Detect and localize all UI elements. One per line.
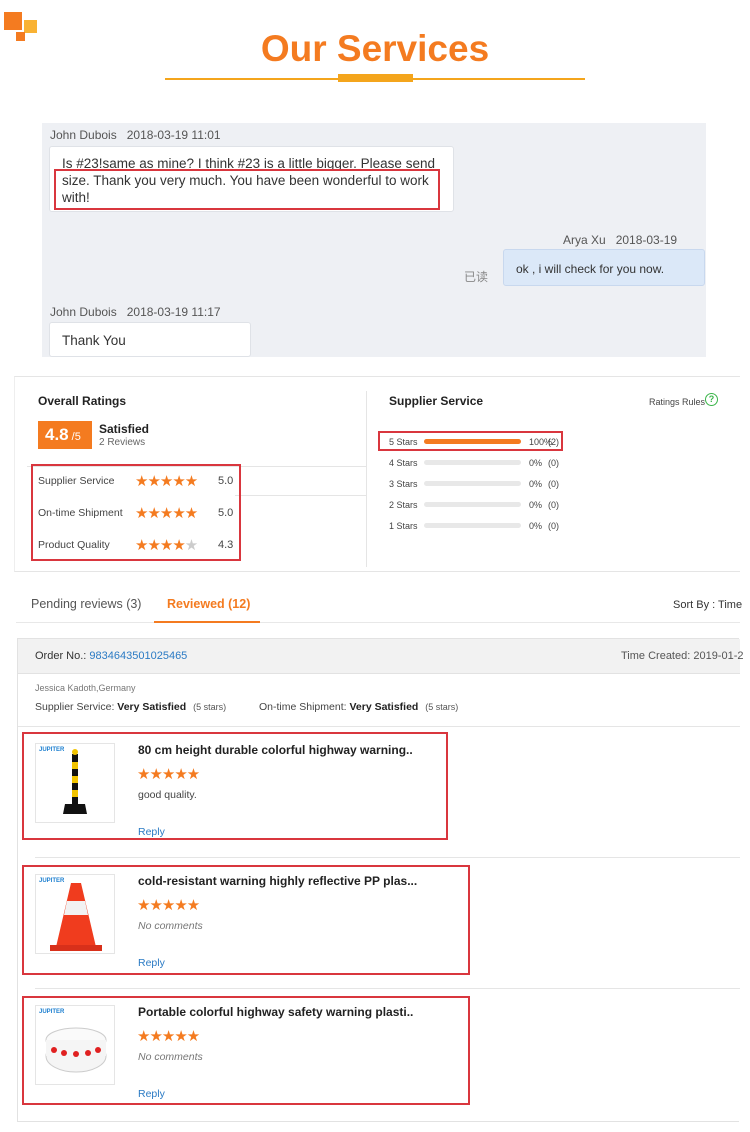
sort-by-control[interactable]: Sort By : Time <box>673 599 742 611</box>
breakdown-bar <box>424 523 521 528</box>
message-bubble: ok , i will check for you now. <box>503 249 705 286</box>
score-word: Satisfied <box>99 422 150 436</box>
breakdown-bar <box>424 481 521 486</box>
divider <box>18 726 740 727</box>
breakdown-count: (0) <box>548 521 559 531</box>
highlight-box <box>22 865 470 975</box>
breakdown-percent: 0% <box>529 500 543 510</box>
order-number: Order No.: 9834643501025465 <box>35 650 187 662</box>
breakdown-bar <box>424 460 521 465</box>
review-tabs: Pending reviews (3) Reviewed (12) Sort B… <box>16 590 742 623</box>
breakdown-percent: 0% <box>529 479 543 489</box>
order-header: Order No.: 9834643501025465 Time Created… <box>18 639 744 674</box>
score-badge: 4.8/5 <box>38 421 92 449</box>
message-bubble: Thank You <box>49 322 251 357</box>
breakdown-bar <box>424 502 521 507</box>
read-status: 已读 <box>464 270 489 284</box>
help-icon[interactable]: ? <box>705 393 718 406</box>
buyer-name: Jessica Kadoth,Germany <box>35 683 136 693</box>
message-time: 2018-03-19 11:01 <box>126 128 221 142</box>
page-title: Our Services <box>260 28 490 69</box>
time-created: Time Created: 2019-01-2 <box>621 650 744 662</box>
chat-panel: John Dubois 2018-03-19 11:01 Is #23!same … <box>42 123 706 357</box>
supplier-service-rating-stars: (5 stars) <box>193 702 227 712</box>
order-number-link[interactable]: 9834643501025465 <box>89 650 187 662</box>
breakdown-percent: 0% <box>529 521 543 531</box>
breakdown-label: 3 Stars <box>389 479 418 489</box>
breakdown-label: 4 Stars <box>389 458 418 468</box>
breakdown-label: 2 Stars <box>389 500 418 510</box>
reviews-count: 2 Reviews <box>99 437 146 448</box>
highlight-box <box>22 996 470 1105</box>
divider <box>366 391 367 567</box>
highlight-box <box>22 732 448 840</box>
breakdown-label: 1 Stars <box>389 521 418 531</box>
breakdown-percent: 0% <box>529 458 543 468</box>
message-meta: John Dubois 2018-03-19 11:01 <box>50 128 221 142</box>
overall-ratings-label: Overall Ratings <box>38 394 127 408</box>
score-value: 4.8 <box>45 425 69 444</box>
score-max: /5 <box>71 431 81 443</box>
message-author: John Dubois <box>50 128 117 142</box>
message-author: Arya Xu <box>563 233 606 247</box>
breakdown-count: (0) <box>548 479 559 489</box>
message-author: John Dubois <box>50 305 117 319</box>
shipment-rating: On-time Shipment: Very Satisfied (5 star… <box>259 701 458 713</box>
supplier-service-label: Supplier Service <box>389 394 484 408</box>
highlight-box <box>378 431 563 451</box>
ratings-rules-link[interactable]: Ratings Rules <box>649 397 705 407</box>
divider <box>35 857 740 858</box>
supplier-service-rating: Supplier Service: Very Satisfied (5 star… <box>35 701 226 713</box>
highlight-box <box>54 169 440 210</box>
title-divider-accent <box>338 74 413 82</box>
order-number-label: Order No.: <box>35 650 87 662</box>
shipment-rating-stars: (5 stars) <box>425 702 459 712</box>
supplier-service-rating-label: Supplier Service: <box>35 701 115 713</box>
message-time: 2018-03-19 11:17 <box>126 305 221 319</box>
breakdown-count: (0) <box>548 500 559 510</box>
tab-reviewed[interactable]: Reviewed (12) <box>167 597 250 611</box>
breakdown-count: (0) <box>548 458 559 468</box>
divider <box>235 495 366 496</box>
supplier-service-rating-value: Very Satisfied <box>117 701 187 713</box>
message-meta: John Dubois 2018-03-19 11:17 <box>50 305 221 319</box>
highlight-box <box>31 464 241 561</box>
active-tab-indicator <box>154 621 260 623</box>
divider <box>35 988 740 989</box>
shipment-rating-value: Very Satisfied <box>349 701 419 713</box>
tab-pending-reviews[interactable]: Pending reviews (3) <box>31 597 141 611</box>
shipment-rating-label: On-time Shipment: <box>259 701 347 713</box>
